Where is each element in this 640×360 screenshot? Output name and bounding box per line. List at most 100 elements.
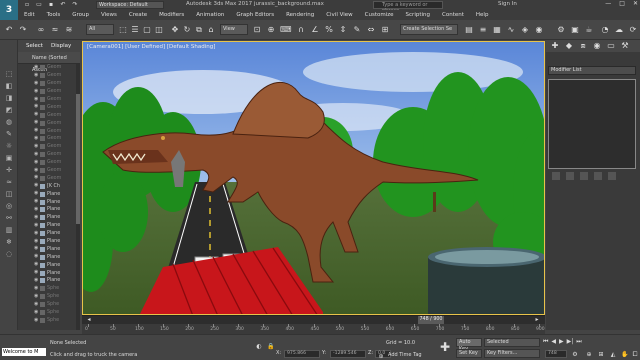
undo-quick-icon[interactable]: ↶	[58, 0, 68, 10]
key-filters-button[interactable]: Key Filters...	[484, 349, 540, 358]
visibility-eye-icon[interactable]: ◉	[34, 183, 39, 188]
utilities-tab-icon[interactable]: ⚒	[620, 41, 630, 51]
visibility-eye-icon[interactable]: ◉	[34, 104, 39, 109]
visibility-eye-icon[interactable]: ◉	[34, 128, 39, 133]
scene-list-item[interactable]: ◉ Sphe	[18, 285, 80, 293]
visibility-eye-icon[interactable]: ◉	[34, 317, 39, 323]
menu-content[interactable]: Content	[436, 12, 470, 18]
truck-camera-icon[interactable]: ✋	[620, 350, 630, 360]
zoom-all-icon[interactable]: ⊞	[596, 350, 606, 360]
menu-help[interactable]: Help	[470, 12, 495, 18]
name-column-header[interactable]: Name (Sorted Ascen	[18, 52, 80, 73]
close-button[interactable]: ✕	[633, 0, 638, 7]
visibility-eye-icon[interactable]: ◉	[34, 136, 39, 141]
zoom-icon[interactable]: ⊕	[584, 350, 594, 360]
filter-xrefs-icon[interactable]: ◎	[4, 202, 14, 210]
visibility-eye-icon[interactable]: ◉	[34, 199, 39, 204]
scene-list-item[interactable]: ◉ Sphe	[18, 301, 80, 309]
render-production-icon[interactable]: ☕	[584, 25, 594, 35]
remove-modifier-icon[interactable]	[594, 172, 602, 180]
workspace-dropdown[interactable]: Workspace: Default	[96, 1, 164, 9]
modifier-list-dropdown[interactable]: Modifier List	[548, 66, 636, 75]
menu-scripting[interactable]: Scripting	[400, 12, 436, 18]
menu-create[interactable]: Create	[123, 12, 153, 18]
scene-list-item[interactable]: ◉ Plane	[18, 245, 80, 253]
scene-list-item[interactable]: ◉ Plane	[18, 206, 80, 214]
maxscript-listener[interactable]: Welcome to M	[2, 348, 46, 356]
move-icon[interactable]: ✥	[170, 25, 180, 35]
visibility-eye-icon[interactable]: ◉	[34, 167, 39, 173]
hierarchy-tab-icon[interactable]: ⧈	[578, 41, 588, 51]
scene-list-item[interactable]: ◉ Geom	[18, 143, 80, 151]
filter-helpers-icon[interactable]: ✛	[4, 166, 14, 174]
scene-list-item[interactable]: ◉ Plane	[18, 222, 80, 230]
menu-group[interactable]: Group	[66, 12, 95, 18]
selection-filter-dropdown[interactable]: All	[86, 24, 114, 35]
track-bar[interactable]: 0 50 100 150 200 250 300 350 400 450 500 550 600 650 7…	[82, 324, 545, 334]
visibility-eye-icon[interactable]: ◉	[34, 80, 39, 86]
filter-frozen-icon[interactable]: ❄	[4, 238, 14, 246]
align-icon[interactable]: ⊞	[380, 25, 390, 35]
scene-list-item[interactable]: ◉ Plane	[18, 253, 80, 261]
render-iterative-icon[interactable]: ◔	[600, 25, 610, 35]
visibility-eye-icon[interactable]: ◉	[34, 238, 39, 244]
configure-sets-icon[interactable]	[608, 172, 616, 180]
scene-list-item[interactable]: ◉ Plane	[18, 261, 80, 269]
set-keys-icon[interactable]: ✚	[438, 340, 452, 354]
scrollbar-thumb[interactable]	[76, 94, 80, 224]
visibility-eye-icon[interactable]: ◉	[34, 254, 39, 259]
scene-list-item[interactable]: ◉ Plane	[18, 198, 80, 206]
display-all-icon[interactable]: ◨	[4, 94, 14, 102]
selection-region-icon[interactable]: ▢	[142, 25, 152, 35]
visibility-eye-icon[interactable]: ◉	[34, 88, 39, 94]
menu-views[interactable]: Views	[95, 12, 123, 18]
display-tab-icon[interactable]: ▭	[606, 41, 616, 51]
visibility-eye-icon[interactable]: ◉	[34, 175, 39, 180]
lock-selection-icon[interactable]: 🔒	[266, 342, 276, 352]
scene-list-item[interactable]: ◉ Geom	[18, 111, 80, 119]
visibility-eye-icon[interactable]: ◉	[34, 191, 39, 196]
menu-animation[interactable]: Animation	[190, 12, 230, 18]
visibility-eye-icon[interactable]: ◉	[34, 285, 39, 291]
spinner-snap-icon[interactable]: ⇕	[338, 25, 348, 35]
reference-coordinate-dropdown[interactable]: View	[220, 24, 248, 35]
display-invert-icon[interactable]: ◩	[4, 106, 14, 114]
select-object-icon[interactable]: ⬚	[118, 25, 128, 35]
visibility-eye-icon[interactable]: ◉	[34, 143, 39, 149]
select-icon[interactable]: ⬚	[4, 70, 14, 78]
menu-edit[interactable]: Edit	[18, 12, 41, 18]
redo-quick-icon[interactable]: ↷	[70, 0, 80, 10]
filter-containers-icon[interactable]: ▥	[4, 226, 14, 234]
rendered-frame-window-icon[interactable]: ▣	[570, 25, 580, 35]
modify-tab-icon[interactable]: ◆	[564, 41, 574, 51]
named-selection-sets-dropdown[interactable]: Create Selection Se	[400, 24, 458, 35]
visibility-eye-icon[interactable]: ◉	[34, 270, 39, 275]
maximize-button[interactable]: □	[619, 0, 625, 7]
next-frame-icon[interactable]: ▶|	[567, 338, 574, 346]
app-logo-icon[interactable]: 3	[0, 0, 18, 20]
auto-key-button[interactable]: Auto Key	[456, 338, 482, 352]
motion-tab-icon[interactable]: ◉	[592, 41, 602, 51]
filter-lights-icon[interactable]: ☼	[4, 142, 14, 150]
isolate-selection-icon[interactable]: ◐	[254, 342, 264, 352]
scene-list-item[interactable]: ◉ Geom	[18, 167, 80, 175]
make-unique-icon[interactable]	[580, 172, 588, 180]
visibility-eye-icon[interactable]: ◉	[34, 159, 39, 165]
scene-list-item[interactable]: ◉ Sphe	[18, 293, 80, 301]
scene-list-item[interactable]: ◉ Geom	[18, 119, 80, 127]
keyboard-shortcut-icon[interactable]: ⌨	[280, 25, 292, 35]
curve-editor-icon[interactable]: ∿	[506, 25, 516, 35]
toggle-scene-explorer-icon[interactable]: ▤	[464, 25, 474, 35]
show-end-result-icon[interactable]	[566, 172, 574, 180]
scene-list-item[interactable]: ◉ Plane	[18, 190, 80, 198]
visibility-eye-icon[interactable]: ◉	[34, 246, 39, 251]
menu-modifiers[interactable]: Modifiers	[153, 12, 190, 18]
redo-icon[interactable]: ↷	[18, 25, 28, 35]
bind-space-warp-icon[interactable]: ≋	[64, 25, 74, 35]
scene-list-item[interactable]: ◉ Geom	[18, 127, 80, 135]
scene-list-item[interactable]: ◉ [K Ch	[18, 182, 80, 190]
modifier-stack[interactable]	[548, 79, 636, 169]
search-input[interactable]: Type a keyword or phrase	[373, 1, 443, 14]
visibility-eye-icon[interactable]: ◉	[34, 309, 39, 315]
filter-spacewarps-icon[interactable]: ≈	[4, 178, 14, 186]
